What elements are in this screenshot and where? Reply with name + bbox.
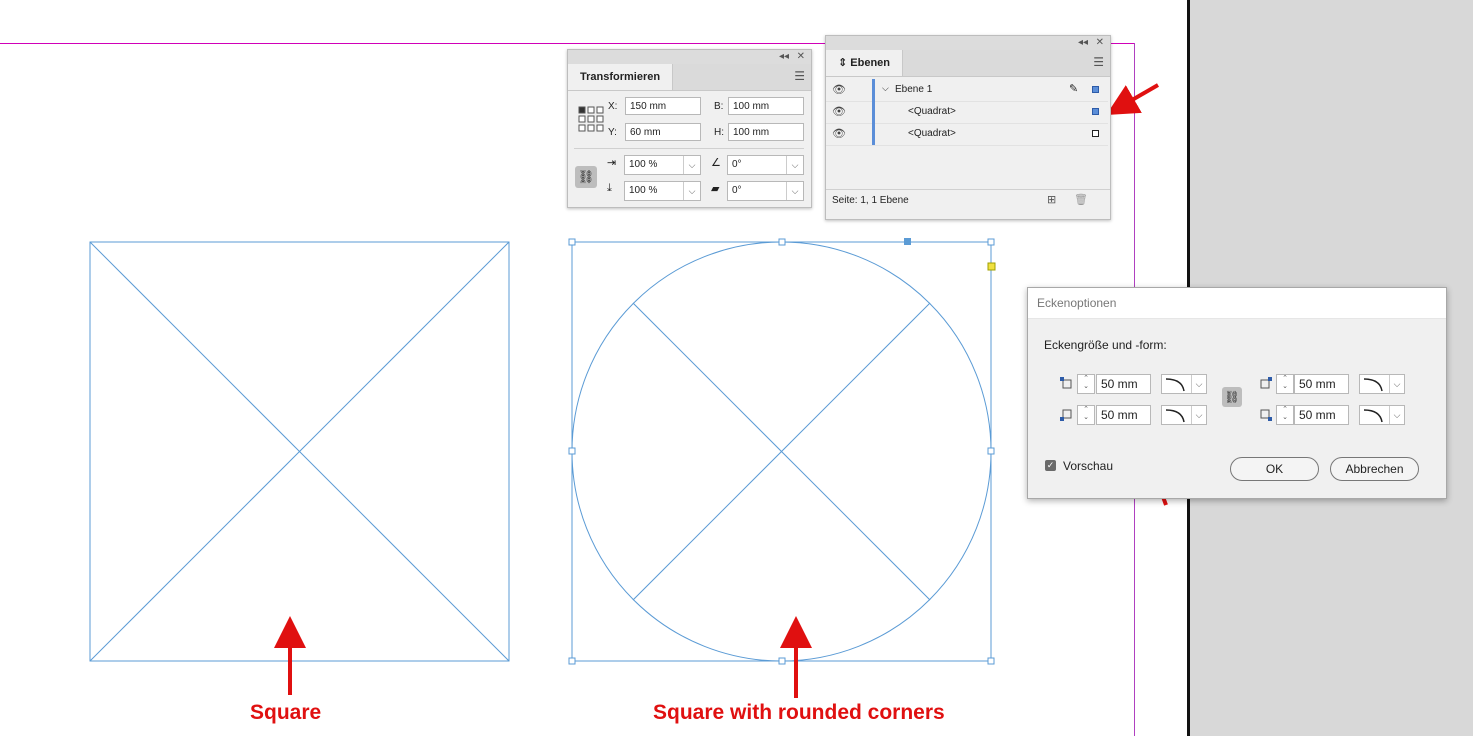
sort-icon: ⇕ [838, 57, 851, 69]
rounded-square-frame[interactable] [571, 241, 992, 662]
cancel-button[interactable]: Abbrechen [1330, 457, 1419, 481]
layer-name: Ebene 1 [895, 84, 933, 95]
layers-panel: ◂◂ ✕ ⇕ Ebenen ☰ 👁 ⌵ Ebene 1 ✎ 👁 <Quadrat… [825, 35, 1111, 220]
corner-bottom-left-icon [1060, 409, 1072, 421]
top-right-stepper[interactable]: ⌃ ⌄ [1276, 374, 1294, 394]
rounded-corner-icon [1165, 378, 1185, 392]
rounded-corner-icon [1363, 409, 1383, 423]
shear-field[interactable]: 0° ⌵ [727, 181, 804, 201]
dialog-heading: Eckengröße und -form: [1044, 338, 1167, 352]
content-grabber-handle[interactable] [904, 238, 911, 245]
transform-panel: ◂◂ ✕ Transformieren ☰ X: 150 mm B: 100 m… [567, 49, 812, 208]
scale-x-field[interactable]: 100 % ⌵ [624, 155, 701, 175]
rotation-icon: ∠ [711, 157, 721, 169]
close-icon[interactable]: ✕ [797, 50, 805, 64]
tab-layers[interactable]: ⇕ Ebenen [826, 50, 904, 76]
selection-indicator[interactable] [1092, 86, 1099, 93]
arrow-layers [1106, 83, 1160, 116]
pencil-icon: ✎ [1069, 83, 1079, 95]
top-left-shape-select[interactable]: ⌵ [1161, 374, 1207, 394]
label-rounded-square: Square with rounded corners [653, 701, 945, 724]
panel-menu-icon[interactable]: ☰ [1093, 56, 1104, 68]
scale-y-value: 100 % [629, 185, 658, 196]
scale-y-icon: ⤓ [607, 182, 612, 194]
top-left-size-field[interactable]: 50 mm [1096, 374, 1151, 394]
scale-x-value: 100 % [629, 159, 658, 170]
tab-transform[interactable]: Transformieren [568, 64, 674, 90]
corner-top-right-icon [1260, 377, 1272, 389]
top-right-shape-select[interactable]: ⌵ [1359, 374, 1405, 394]
bottom-left-size-field[interactable]: 50 mm [1096, 405, 1151, 425]
bottom-right-shape-select[interactable]: ⌵ [1359, 405, 1405, 425]
selection-indicator[interactable] [1092, 130, 1099, 137]
close-icon[interactable]: ✕ [1096, 36, 1104, 50]
preview-label: Vorschau [1063, 459, 1114, 473]
label-square: Square [250, 701, 322, 724]
bottom-left-shape-select[interactable]: ⌵ [1161, 405, 1207, 425]
bottom-left-stepper[interactable]: ⌃ ⌄ [1077, 405, 1095, 425]
x-label: X: [608, 101, 618, 112]
panel-topbar: ◂◂ ✕ [568, 50, 811, 64]
top-left-stepper[interactable]: ⌃ ⌄ [1077, 374, 1095, 394]
h-field[interactable]: 100 mm [728, 123, 804, 141]
panel-menu-icon[interactable]: ☰ [794, 70, 805, 82]
y-label: Y: [608, 127, 617, 138]
collapse-icon[interactable]: ◂◂ [779, 50, 789, 64]
layer-name: <Quadrat> [908, 128, 956, 139]
chevron-down-icon[interactable]: ⌵ [882, 83, 889, 94]
eye-icon[interactable]: 👁 [832, 105, 846, 118]
layer-row[interactable]: 👁 <Quadrat> [826, 123, 1108, 146]
reference-point-icon[interactable] [578, 106, 604, 132]
new-layer-icon[interactable]: ⊞ [1047, 193, 1056, 206]
collapse-icon[interactable]: ◂◂ [1078, 36, 1088, 50]
live-corner-handle[interactable] [987, 262, 996, 271]
h-label: H: [714, 127, 724, 138]
dialog-title: Eckenoptionen [1037, 296, 1117, 310]
constrain-proportions-icon[interactable]: ⛓ [575, 166, 597, 188]
rounded-corner-icon [1363, 378, 1383, 392]
rounded-corner-icon [1165, 409, 1185, 423]
eye-icon[interactable]: 👁 [832, 83, 846, 96]
shear-icon: ▰ [711, 183, 720, 195]
y-field[interactable]: 60 mm [625, 123, 701, 141]
top-right-size-field[interactable]: 50 mm [1294, 374, 1349, 394]
scale-x-icon: ⇥ [607, 157, 617, 169]
tab-layers-label: Ebenen [850, 57, 891, 69]
preview-checkbox[interactable]: ✓ [1045, 460, 1056, 471]
square-frame[interactable] [89, 241, 510, 662]
rotation-value: 0° [732, 159, 742, 170]
link-corners-icon[interactable]: ⛓ [1222, 387, 1242, 407]
bottom-right-stepper[interactable]: ⌃ ⌄ [1276, 405, 1294, 425]
rotation-field[interactable]: 0° ⌵ [727, 155, 804, 175]
corner-top-left-icon [1060, 377, 1072, 389]
panel-topbar: ◂◂ ✕ [826, 36, 1110, 50]
layer-row[interactable]: 👁 ⌵ Ebene 1 ✎ [826, 79, 1108, 102]
layer-name: <Quadrat> [908, 106, 956, 117]
w-label: B: [714, 101, 724, 112]
ok-button[interactable]: OK [1230, 457, 1319, 481]
layers-footer: Seite: 1, 1 Ebene [832, 195, 909, 206]
corner-bottom-right-icon [1260, 409, 1272, 421]
eye-icon[interactable]: 👁 [832, 127, 846, 140]
trash-icon[interactable]: 🗑 [1074, 193, 1088, 206]
corner-options-dialog: Eckenoptionen Eckengröße und -form: ⌃ ⌄ 5… [1027, 287, 1447, 499]
shear-value: 0° [732, 185, 742, 196]
x-field[interactable]: 150 mm [625, 97, 701, 115]
selection-indicator[interactable] [1092, 108, 1099, 115]
scale-y-field[interactable]: 100 % ⌵ [624, 181, 701, 201]
bottom-right-size-field[interactable]: 50 mm [1294, 405, 1349, 425]
w-field[interactable]: 100 mm [728, 97, 804, 115]
layer-row[interactable]: 👁 <Quadrat> [826, 101, 1108, 124]
